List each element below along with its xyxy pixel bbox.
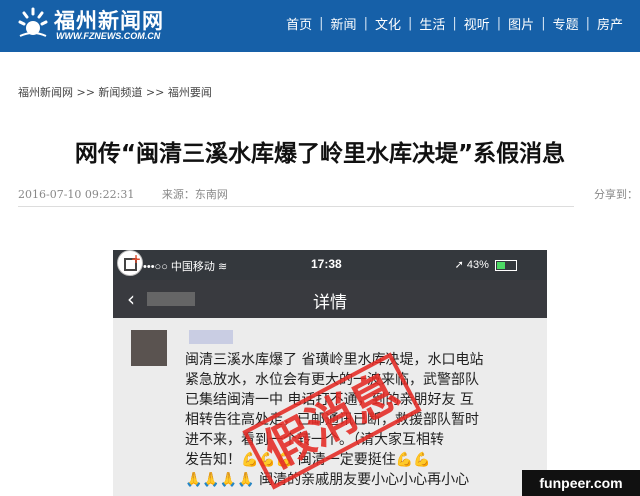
blurred-avatar: [131, 330, 167, 366]
watermark: funpeer.com: [522, 470, 640, 496]
post-line: 发告知！💪💪💪 闽清一定要挺住💪💪: [185, 452, 431, 468]
signal-icon: •••○○: [143, 261, 171, 273]
nav-pictures[interactable]: 图片: [501, 14, 541, 33]
nav-news[interactable]: 新闻: [324, 14, 364, 33]
blurred-username: [189, 330, 233, 344]
phone-page-title: 详情: [313, 293, 347, 313]
status-time: 17:38: [311, 257, 342, 271]
wifi-icon: ≋: [217, 261, 228, 273]
nav-culture[interactable]: 文化: [368, 14, 408, 33]
nav-home[interactable]: 首页: [279, 14, 319, 33]
article-image: •••○○ 中国移动 ≋ 17:38 ➚ 43% + ‹ 详情 闽清三溪水库爆了…: [113, 250, 547, 496]
carrier-label: •••○○ 中国移动 ≋: [143, 261, 228, 273]
battery-status: ➚ 43%: [455, 258, 517, 271]
nav-realestate[interactable]: 房产: [590, 14, 630, 33]
battery-icon: [495, 259, 517, 271]
nav-video[interactable]: 视听: [457, 14, 497, 33]
article-meta: 2016-07-10 09:22:31 来源：东南网: [18, 186, 228, 202]
article-date: 2016-07-10 09:22:31: [18, 188, 135, 201]
nav-life[interactable]: 生活: [412, 14, 452, 33]
add-image-icon[interactable]: +: [117, 250, 143, 276]
article-source: 来源：东南网: [161, 188, 228, 201]
site-logo-url: WWW.FZNEWS.COM.CN: [56, 31, 161, 41]
phone-nav-bar: ‹ 详情: [113, 280, 547, 318]
share-label[interactable]: 分享到：: [594, 186, 638, 202]
breadcrumb[interactable]: 福州新闻网 >> 新闻频道 >> 福州要闻: [18, 84, 212, 100]
main-nav: 首页 | 新闻 | 文化 | 生活 | 视听 | 图片 | 专题 | 房产: [279, 14, 630, 33]
post-line: 🙏🙏🙏🙏 闽清的亲戚朋友要小心小心再小心: [185, 472, 470, 488]
nav-topics[interactable]: 专题: [546, 14, 586, 33]
site-header: 福州新闻网 WWW.FZNEWS.COM.CN 首页 | 新闻 | 文化 | 生活 | …: [0, 0, 640, 52]
article-title: 网传“闽清三溪水库爆了岭里水库决堤”系假消息: [74, 141, 566, 167]
phone-status-bar: •••○○ 中国移动 ≋ 17:38 ➚ 43%: [113, 250, 547, 280]
location-icon: ➚: [454, 259, 467, 271]
divider: [18, 206, 574, 207]
logo-sun-icon: [18, 7, 48, 37]
